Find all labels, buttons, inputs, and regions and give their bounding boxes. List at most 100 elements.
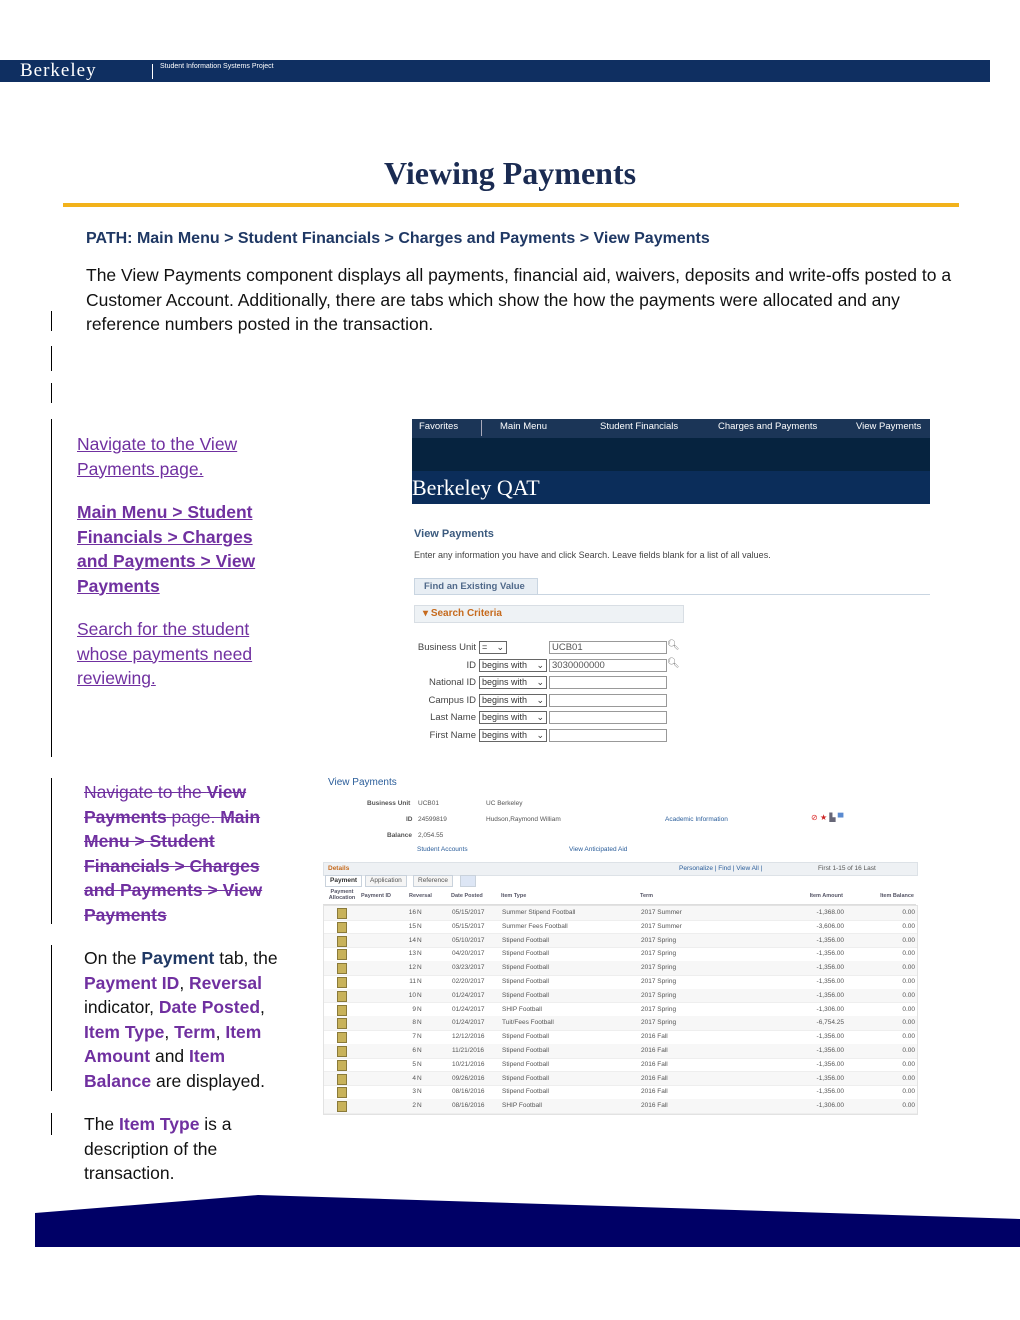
allocation-icon[interactable] <box>337 1018 347 1030</box>
business-unit-input[interactable]: UCB01 <box>549 641 667 654</box>
table-cell: Tuit/Fees Football <box>502 1019 554 1027</box>
tab-payment[interactable]: Payment <box>325 875 363 887</box>
nav-favorites[interactable]: Favorites <box>419 419 458 435</box>
table-cell: 0.00 <box>902 950 915 958</box>
column-header[interactable]: Reversal <box>409 893 439 899</box>
table-cell: 0.00 <box>902 1005 915 1013</box>
table-cell: 0.00 <box>902 964 915 972</box>
table-cell: 2016 Fall <box>641 1060 668 1068</box>
pager[interactable]: First 1-15 of 16 Last <box>818 865 876 872</box>
text: tab, the <box>214 948 278 968</box>
search-criteria-header[interactable]: ▾ Search Criteria <box>414 605 684 623</box>
link-path[interactable]: Main Menu > Student Financials > Charges… <box>77 502 255 596</box>
table-cell: 2017 Summer <box>641 922 682 930</box>
table-cell: N <box>417 991 422 999</box>
table-cell: Stipend Football <box>502 991 549 999</box>
column-header[interactable]: Payment ID <box>361 893 393 899</box>
id-operator-select[interactable]: begins with ⌄ <box>479 658 547 672</box>
table-cell: 11/21/2016 <box>452 1047 485 1054</box>
nav-charges-payments[interactable]: Charges and Payments <box>718 419 817 435</box>
allocation-icon[interactable] <box>337 1046 347 1057</box>
change-bar <box>51 1113 52 1135</box>
allocation-icon[interactable] <box>337 908 347 919</box>
allocation-icon[interactable] <box>337 990 347 1002</box>
table-cell: 0.00 <box>902 978 915 985</box>
person-icon[interactable]: ▙ <box>829 813 835 822</box>
table-cell: -1,356.00 <box>816 1033 844 1041</box>
table-cell: 08/16/2016 <box>452 1102 485 1110</box>
national-id-operator-select[interactable]: begins with ⌄ <box>479 676 547 690</box>
allocation-icon[interactable] <box>337 1101 347 1113</box>
flag-icon[interactable]: ▀ <box>838 813 844 822</box>
star-icon[interactable]: ★ <box>820 813 827 822</box>
national-id-input[interactable] <box>549 676 667 690</box>
academic-information-link[interactable]: Academic Information <box>665 816 728 823</box>
business-unit-name: UC Berkeley <box>486 800 523 807</box>
lookup-icon[interactable]: 🔍︎ <box>667 658 680 669</box>
action-icons[interactable]: ⊘ ★ ▙ ▀ <box>811 813 843 822</box>
nav-student-financials[interactable]: Student Financials <box>600 419 678 435</box>
campus-id-input[interactable] <box>549 693 667 707</box>
first-name-input[interactable] <box>549 729 667 742</box>
table-cell: Stipend Football <box>502 1074 549 1082</box>
allocation-icon[interactable] <box>337 1073 347 1085</box>
allocation-icon[interactable] <box>337 977 347 988</box>
nav-main-menu[interactable]: Main Menu <box>500 419 547 435</box>
step-navigate-deleted: Navigate to the View Payments page. Main… <box>84 780 294 927</box>
column-header[interactable]: Item Type <box>501 893 631 899</box>
operator-value: begins with <box>482 730 528 740</box>
first-name-operator-select[interactable]: begins with ⌄ <box>479 729 547 742</box>
column-header[interactable]: Item Balance <box>848 893 914 899</box>
column-header[interactable]: Date Posted <box>451 893 491 899</box>
link-navigate[interactable]: Navigate to the View Payments page. <box>77 434 237 479</box>
table-cell: 05/15/2017 <box>452 909 485 916</box>
table-cell: N <box>417 922 422 930</box>
table-cell: N <box>417 1005 422 1013</box>
text: On the <box>84 948 142 968</box>
step-search: Search for the student whose payments ne… <box>77 617 287 691</box>
last-name-operator-select[interactable]: begins with ⌄ <box>479 711 547 725</box>
table-row: 9 N 01/24/2017 SHIP Football 2017 Spring -1,3… <box>324 1003 917 1018</box>
column-header[interactable]: Payment Allocation <box>326 889 358 901</box>
allocation-icon[interactable] <box>337 949 347 961</box>
allocation-icon[interactable] <box>337 935 347 947</box>
column-header[interactable]: Term <box>640 893 760 899</box>
tab-application[interactable]: Application <box>365 875 407 887</box>
details-label: Details <box>328 865 350 872</box>
table-cell: 01/24/2017 <box>452 1019 485 1027</box>
business-unit-operator-select[interactable]: = ⌄ <box>479 641 507 654</box>
table-cell: -3,606.00 <box>816 922 844 930</box>
table-cell: Summer Fees Football <box>502 922 568 930</box>
table-cell: 15 <box>408 922 416 930</box>
text: are displayed. <box>151 1070 265 1091</box>
lookup-icon[interactable]: 🔍︎ <box>667 640 680 651</box>
allocation-icon[interactable] <box>337 1004 347 1016</box>
term-reversal: Reversal <box>189 972 263 993</box>
table-row: 13 N 04/20/2017 Stipend Football 2017 Spring… <box>324 947 917 963</box>
grid-toolbar[interactable]: Personalize | Find | View All | <box>679 865 762 872</box>
last-name-input[interactable] <box>549 711 667 725</box>
page-heading: View Payments <box>328 777 397 788</box>
allocation-icon[interactable] <box>337 1059 347 1071</box>
tab-reference[interactable]: Reference <box>413 875 453 887</box>
id-label: ID <box>406 816 413 823</box>
table-cell: 09/26/2016 <box>452 1074 485 1082</box>
allocation-icon[interactable] <box>337 921 347 933</box>
allocation-icon[interactable] <box>337 963 347 975</box>
nav-view-payments[interactable]: View Payments <box>856 419 921 435</box>
campus-id-operator-select[interactable]: begins with ⌄ <box>479 693 547 707</box>
id-input[interactable]: 3030000000 <box>549 658 667 672</box>
tab-find-existing[interactable]: Find an Existing Value <box>414 578 538 595</box>
show-all-columns-icon[interactable] <box>460 875 476 887</box>
table-cell: 0.00 <box>902 991 915 999</box>
text: , <box>215 1021 226 1042</box>
view-anticipated-aid-link[interactable]: View Anticipated Aid <box>569 846 627 853</box>
allocation-icon[interactable] <box>337 1032 347 1044</box>
allocation-icon[interactable] <box>337 1087 347 1099</box>
table-cell: 2017 Spring <box>641 964 677 972</box>
nav-divider <box>481 420 482 436</box>
link-search[interactable]: Search for the student whose payments ne… <box>77 619 252 688</box>
student-accounts-link[interactable]: Student Accounts <box>417 846 468 853</box>
column-header[interactable]: Item Amount <box>763 893 843 899</box>
no-entry-icon[interactable]: ⊘ <box>811 813 818 822</box>
